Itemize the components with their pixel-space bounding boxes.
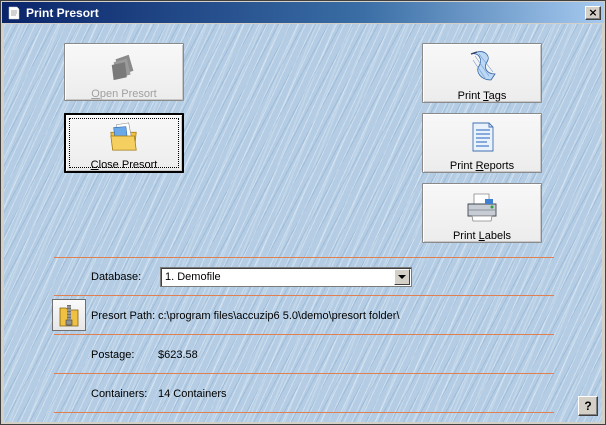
client-area: Open Presort Close Presort Print Tags Pr… (4, 24, 602, 422)
chevron-down-icon[interactable] (394, 269, 410, 285)
separator-line (54, 295, 554, 296)
database-label: Database: (91, 271, 142, 283)
print-reports-label: Print Reports (449, 160, 515, 172)
close-presort-button[interactable]: Close Presort (64, 113, 184, 173)
report-document-icon (472, 122, 494, 152)
containers-label: Containers: (91, 388, 148, 400)
print-presort-window: Print Presort × Open Presort Close Preso… (0, 0, 606, 425)
postage-label: Postage: (91, 349, 135, 361)
title-bar: Print Presort × (2, 2, 604, 23)
presort-path-value: c:\program files\accuzip6 5.0\demo\preso… (158, 310, 400, 322)
containers-value: 14 Containers (158, 388, 227, 400)
stack-gray-icon (111, 54, 134, 81)
print-tags-button[interactable]: Print Tags (422, 43, 542, 103)
open-presort-button[interactable]: Open Presort (64, 43, 184, 101)
app-document-icon (6, 5, 22, 21)
close-presort-label: Close Presort (90, 159, 158, 171)
database-select[interactable]: 1. Demofile (160, 267, 412, 287)
separator-line (54, 373, 554, 374)
tag-sheet-icon (470, 51, 496, 81)
open-presort-label: Open Presort (91, 88, 157, 100)
separator-line (54, 334, 554, 335)
print-labels-button[interactable]: Print Labels (422, 183, 542, 243)
presort-path-label: Presort Path: (91, 310, 156, 322)
window-title: Print Presort (26, 5, 99, 20)
help-button[interactable]: ? (578, 396, 598, 416)
close-window-button[interactable]: × (585, 5, 601, 20)
separator-line (54, 257, 554, 258)
zip-folder-icon (59, 305, 79, 327)
postage-value: $623.58 (158, 349, 198, 361)
print-reports-button[interactable]: Print Reports (422, 113, 542, 173)
printer-icon (467, 193, 497, 222)
database-select-value: 1. Demofile (165, 271, 221, 283)
browse-folder-button[interactable] (52, 299, 86, 331)
print-labels-label: Print Labels (452, 230, 512, 242)
separator-line (54, 412, 554, 413)
folder-docs-icon (110, 122, 137, 151)
print-tags-label: Print Tags (457, 90, 507, 102)
